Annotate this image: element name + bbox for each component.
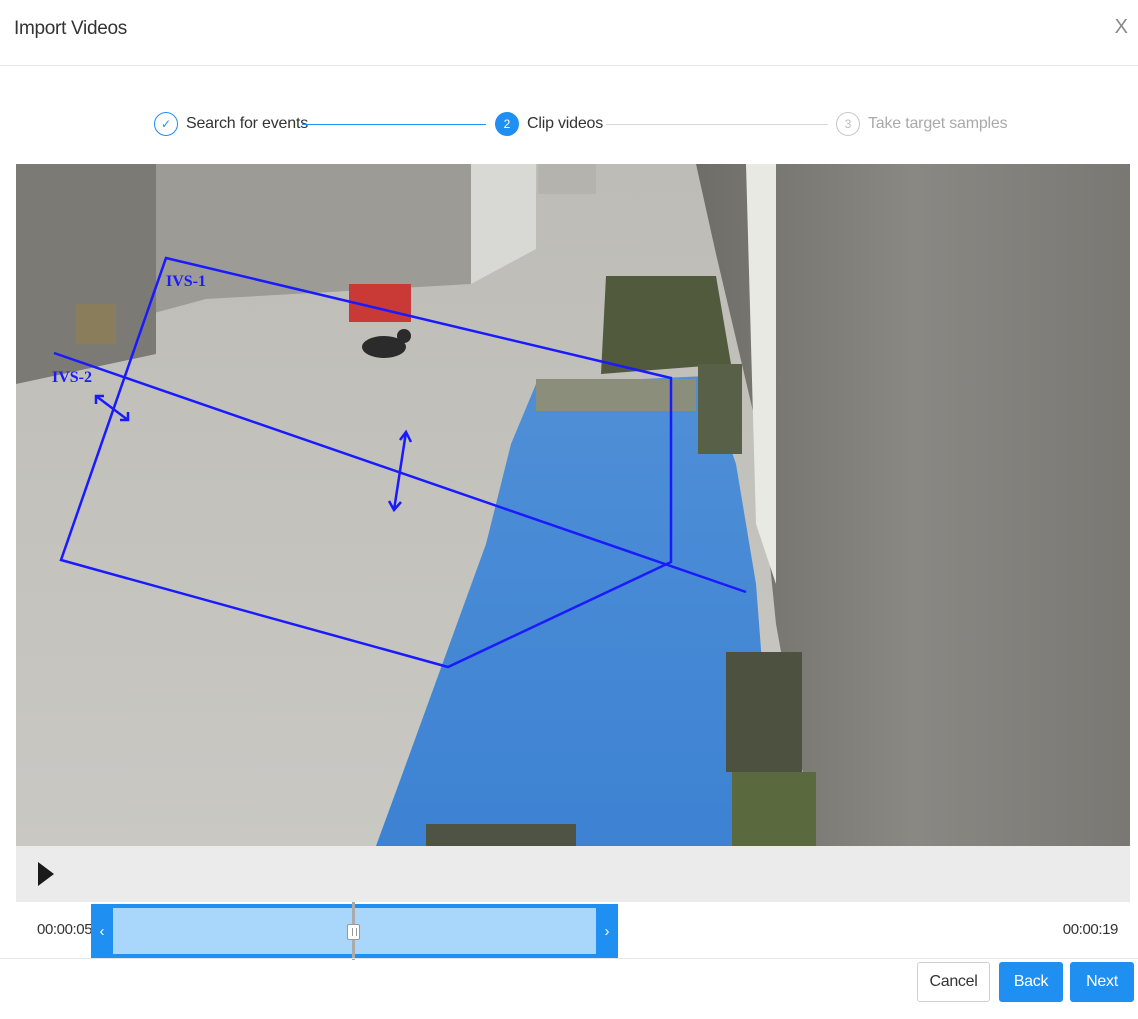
close-button[interactable]: X — [1115, 16, 1128, 39]
step-connector — [302, 124, 486, 125]
check-icon: ✓ — [154, 112, 178, 136]
playback-controls — [16, 846, 1130, 902]
moss-block — [601, 276, 731, 374]
step-clip-videos: 2 Clip videos — [495, 104, 603, 144]
cancel-button[interactable]: Cancel — [917, 962, 990, 1002]
left-items — [76, 304, 116, 344]
dialog-header: Import Videos X — [0, 0, 1138, 66]
clip-end-time: 00:00:19 — [1062, 921, 1119, 938]
stone-block — [732, 772, 816, 846]
video-preview[interactable]: IVS-1 IVS-2 — [16, 164, 1130, 846]
step-number: 2 — [495, 112, 519, 136]
clip-start-time: 00:00:05 — [37, 921, 93, 938]
left-wall — [16, 164, 156, 384]
stone-block — [726, 652, 802, 772]
ramp — [538, 164, 596, 194]
ivs-1-label: IVS-1 — [166, 273, 206, 290]
clip-end-handle[interactable]: › — [596, 904, 618, 958]
play-icon[interactable] — [38, 862, 54, 886]
step-label: Search for events — [186, 115, 308, 132]
next-button[interactable]: Next — [1070, 962, 1134, 1002]
clip-timeline: 00:00:05 ‹ › 00:00:19 — [0, 902, 1138, 960]
back-button[interactable]: Back — [999, 962, 1063, 1002]
stone-block — [426, 824, 576, 846]
video-frame: IVS-1 IVS-2 — [16, 164, 1130, 846]
step-take-target-samples: 3 Take target samples — [836, 104, 1008, 144]
dialog-footer: Cancel Back Next — [0, 958, 1138, 1019]
step-connector — [606, 124, 828, 125]
import-videos-dialog: Import Videos X ✓ Search for events 2 Cl… — [0, 0, 1138, 1019]
step-label: Take target samples — [868, 115, 1008, 132]
step-search-for-events: ✓ Search for events — [154, 104, 308, 144]
ivs-2-label: IVS-2 — [52, 369, 92, 386]
step-number: 3 — [836, 112, 860, 136]
step-label: Clip videos — [527, 115, 604, 132]
stone-block — [698, 364, 742, 454]
dialog-title: Import Videos — [14, 18, 127, 39]
clip-start-handle[interactable]: ‹ — [91, 904, 113, 958]
step-indicator: ✓ Search for events 2 Clip videos 3 Take… — [0, 104, 1138, 144]
cat-head — [397, 329, 411, 343]
playhead-handle[interactable] — [347, 924, 360, 940]
